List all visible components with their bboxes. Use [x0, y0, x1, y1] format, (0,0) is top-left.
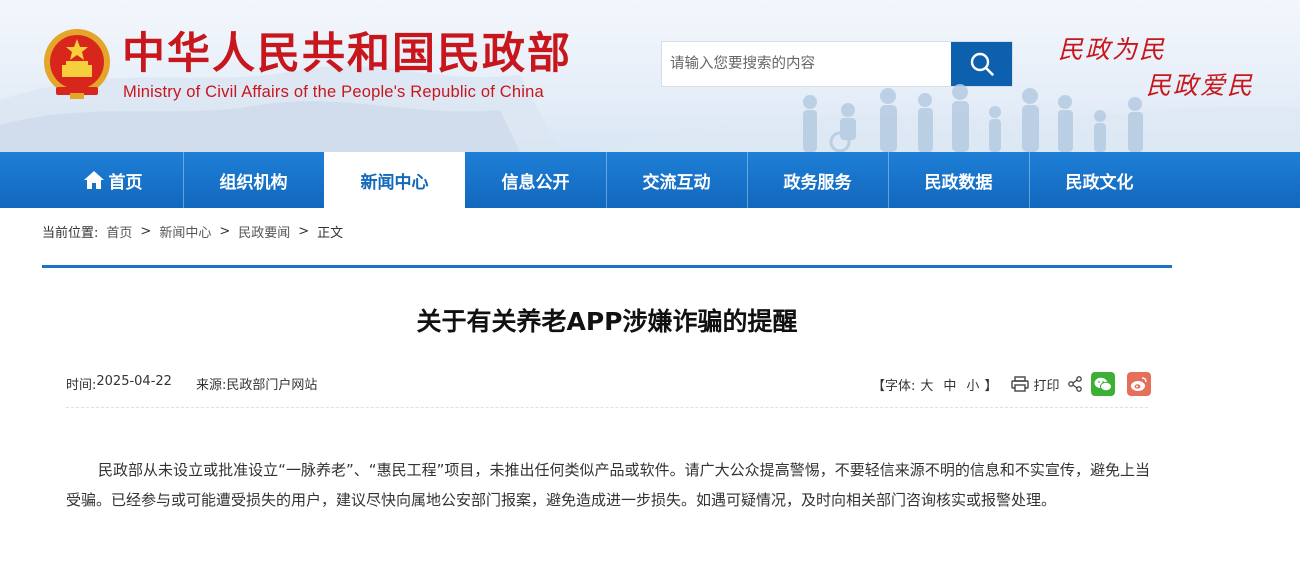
breadcrumb-separator: >: [140, 223, 152, 239]
meta-divider: [66, 407, 1148, 408]
nav-item-government-services[interactable]: 政务服务: [747, 152, 888, 208]
search-box: [661, 41, 1013, 87]
content-top-rule: [42, 265, 1172, 268]
nav-item-label: 组织机构: [219, 172, 288, 193]
site-subtitle: Ministry of Civil Affairs of the People'…: [123, 83, 544, 101]
breadcrumb-current: 正文: [317, 225, 344, 241]
share-icon[interactable]: [1067, 376, 1083, 392]
weibo-icon[interactable]: [1127, 372, 1152, 396]
search-icon: [970, 52, 994, 76]
search-button[interactable]: [951, 42, 1012, 86]
nav-item-home[interactable]: 首页: [42, 152, 183, 208]
breadcrumb-separator: >: [298, 223, 310, 239]
date-label: 时间:: [66, 378, 97, 393]
print-button[interactable]: 打印: [1033, 375, 1059, 394]
main-nav: 首页 组织机构 新闻中心 信息公开 交流互动 政务服务 民政数据 民政文化: [0, 152, 1300, 208]
search-input[interactable]: [662, 42, 951, 86]
nav-item-label: 政务服务: [783, 172, 852, 193]
breadcrumb-label: 当前位置:: [42, 225, 99, 241]
article-title: 关于有关养老APP涉嫌诈骗的提醒: [416, 307, 798, 336]
nav-item-news-center[interactable]: 新闻中心: [324, 152, 465, 208]
breadcrumb-link-civil-affairs-news[interactable]: 民政要闻: [238, 222, 290, 241]
font-size-label: 【字体:: [872, 378, 916, 394]
breadcrumb-separator: >: [219, 223, 231, 239]
nav-item-label: 民政数据: [924, 172, 993, 193]
wechat-icon[interactable]: [1091, 372, 1116, 396]
nav-item-civil-affairs-culture[interactable]: 民政文化: [1029, 152, 1170, 208]
nav-item-civil-affairs-data[interactable]: 民政数据: [888, 152, 1029, 208]
nav-item-label: 信息公开: [501, 172, 570, 193]
national-emblem-icon: [44, 29, 110, 99]
site-title: 中华人民共和国民政部: [122, 29, 572, 79]
article-tools: 【字体: 大 中 小 】 打印: [872, 372, 1152, 396]
slogan-line-1: 民政为民: [1058, 35, 1167, 64]
nav-item-label: 首页: [108, 172, 143, 193]
publish-date: 2025-04-22: [96, 374, 172, 389]
family-silhouette-illustration: [803, 84, 1143, 152]
source-value: 民政部门户网站: [226, 378, 318, 393]
print-icon[interactable]: [1011, 376, 1030, 392]
nav-item-label: 新闻中心: [360, 172, 429, 193]
nav-item-label: 交流互动: [642, 172, 711, 193]
nav-item-label: 民政文化: [1065, 172, 1134, 193]
article-body: 民政部从未设立或批准设立“一脉养老”、“惠民工程”项目，未推出任何类似产品或软件…: [66, 461, 1150, 509]
home-icon: [83, 170, 105, 190]
nav-item-information-disclosure[interactable]: 信息公开: [465, 152, 606, 208]
breadcrumb-link-home[interactable]: 首页: [106, 222, 132, 241]
font-size-large[interactable]: 大: [920, 375, 933, 394]
nav-item-organization[interactable]: 组织机构: [183, 152, 324, 208]
site-header: 中华人民共和国民政部 Ministry of Civil Affairs of …: [0, 0, 1300, 152]
font-size-close: 】: [984, 378, 998, 394]
source-label: 来源:: [195, 378, 227, 393]
breadcrumb: 当前位置: 首页 > 新闻中心 > 民政要闻 > 正文: [42, 222, 344, 241]
font-size-small[interactable]: 小: [966, 375, 979, 394]
font-size-medium[interactable]: 中: [943, 375, 956, 394]
nav-item-interaction[interactable]: 交流互动: [606, 152, 747, 208]
breadcrumb-link-news-center[interactable]: 新闻中心: [159, 222, 211, 241]
article-meta: 时间: 2025-04-22 来源: 民政部门户网站: [66, 374, 317, 393]
